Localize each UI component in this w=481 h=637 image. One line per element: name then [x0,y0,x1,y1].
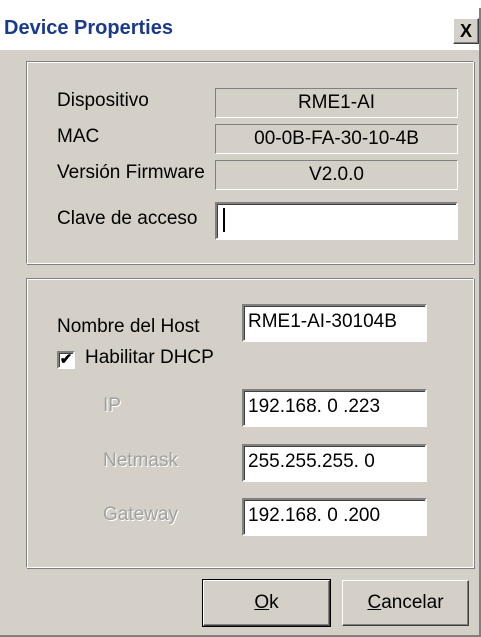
cancel-button[interactable]: Cancelar [342,580,469,626]
close-button[interactable]: X [453,18,479,44]
mac-label: MAC [57,126,100,147]
cancel-mnemonic: C [367,592,382,613]
title-bar[interactable]: Device Properties X [0,8,479,50]
hostname-label: Nombre del Host [57,316,200,337]
checkmark-icon: ✔ [59,351,73,368]
mac-field: 00-0B-FA-30-10-4B [215,124,458,154]
network-group: Nombre del Host RME1-AI-30104B ✔ Habilit… [26,278,474,568]
ip-label: IP [103,395,121,416]
window-title: Device Properties [4,17,173,39]
ip-input[interactable]: 192.168. 0 .223 [242,389,427,427]
device-field: RME1-AI [215,88,458,118]
cancel-label: ancelar [381,592,444,613]
hostname-input[interactable]: RME1-AI-30104B [242,304,427,342]
netmask-label: Netmask [103,450,178,471]
background-window-strip [0,0,481,8]
gateway-label: Gateway [103,504,178,525]
netmask-input[interactable]: 255.255.255. 0 [242,444,427,482]
device-info-group: Dispositivo RME1-AI MAC 00-0B-FA-30-10-4… [26,61,474,264]
device-properties-dialog: Device Properties X Dispositivo RME1-AI … [0,8,481,637]
firmware-field: V2.0.0 [215,160,458,190]
device-label: Dispositivo [57,90,149,111]
gateway-input[interactable]: 192.168. 0 .200 [242,498,427,536]
password-label: Clave de acceso [57,208,198,229]
dhcp-checkbox[interactable]: ✔ [57,351,75,369]
firmware-label: Versión Firmware [57,162,205,183]
dhcp-label[interactable]: Habilitar DHCP [85,347,214,369]
ok-label: k [269,592,279,613]
password-input[interactable] [215,202,458,240]
text-caret [223,207,225,232]
ok-mnemonic: O [254,592,270,613]
close-icon: X [459,20,472,41]
ok-button[interactable]: Ok [202,579,331,627]
